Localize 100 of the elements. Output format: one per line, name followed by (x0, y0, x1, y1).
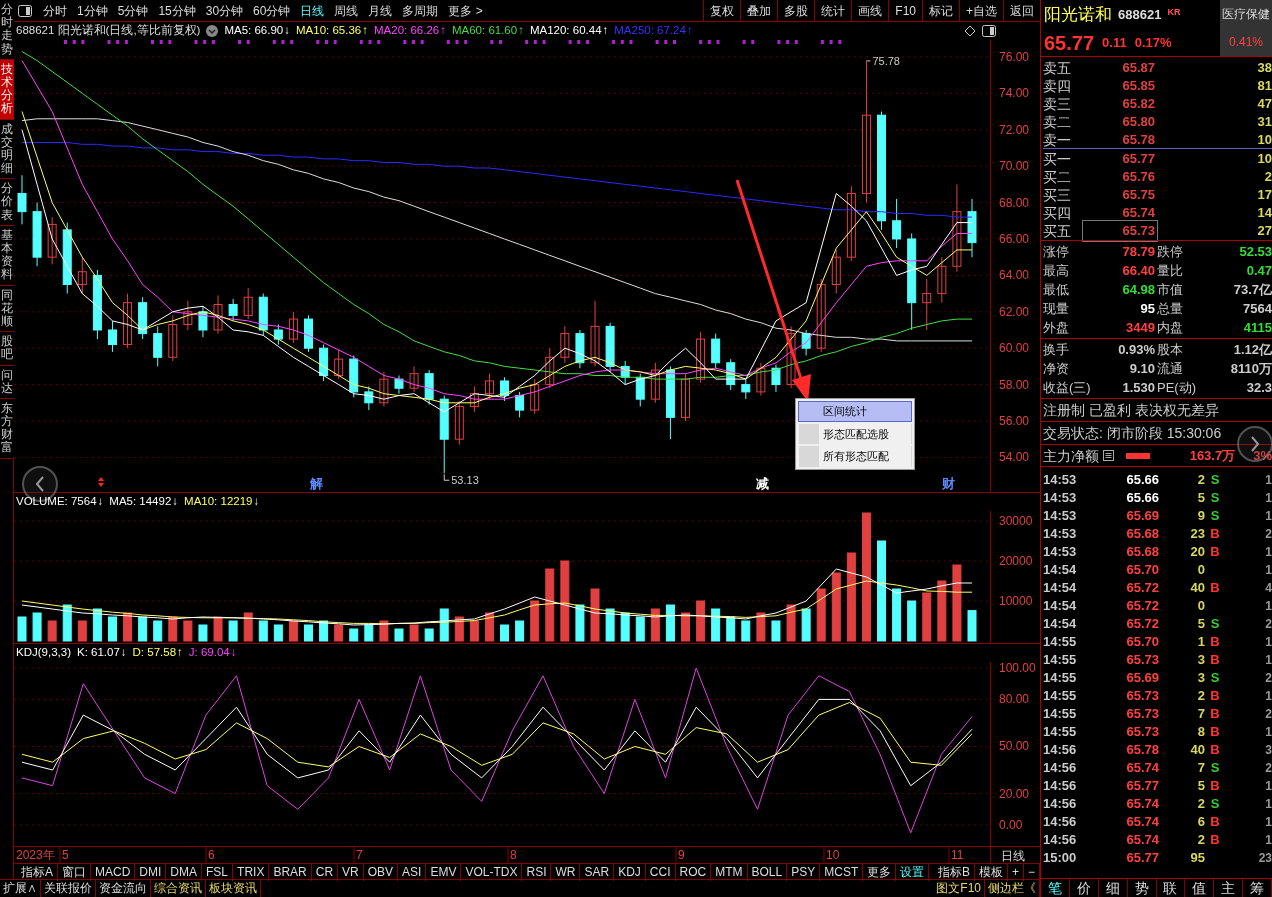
bottom-tab[interactable]: 关联报价 (41, 880, 96, 897)
detail-tab[interactable]: 联 (1156, 879, 1186, 897)
tick-count: 1 (1264, 795, 1272, 813)
toolbar-button[interactable]: 多股 (777, 0, 815, 22)
event-marker[interactable]: 解 (310, 476, 323, 491)
bottom-tab[interactable]: 资金流向 (96, 880, 151, 897)
candlestick (771, 364, 781, 393)
stat-label: 最高 (1043, 261, 1070, 280)
detail-tab[interactable]: 细 (1098, 879, 1128, 897)
panel-toggle-icon[interactable] (982, 25, 996, 37)
indicator-tab[interactable]: VOL-TDX (461, 864, 523, 881)
period-tab[interactable]: 60分钟 (248, 1, 296, 20)
list-icon[interactable] (1103, 450, 1114, 461)
toolbar-button[interactable]: F10 (888, 0, 922, 22)
detail-tab[interactable]: 势 (1127, 879, 1157, 897)
stat-label: 市值 (1157, 280, 1184, 299)
sector-name[interactable]: 医疗保健 (1222, 5, 1270, 23)
indicator-tab[interactable]: − (1024, 864, 1040, 881)
indicator-tab[interactable]: VR (338, 864, 364, 881)
side-tab[interactable]: 成交明细 (0, 119, 14, 180)
indicator-tab[interactable]: MACD (91, 864, 136, 881)
period-tab[interactable]: 日线 (295, 1, 330, 20)
indicator-tab[interactable]: WR (551, 864, 581, 881)
toolbar-button[interactable]: 画线 (851, 0, 889, 22)
detail-tab[interactable]: 笔 (1041, 879, 1070, 897)
indicator-tab[interactable]: 指标A (17, 864, 58, 881)
event-marker[interactable]: 财 (942, 476, 955, 491)
event-marker[interactable]: 减 (756, 476, 769, 491)
indicator-tab[interactable]: OBV (363, 864, 399, 881)
indicator-tab[interactable]: PSY (787, 864, 821, 881)
side-tab[interactable]: 分价表 (0, 179, 14, 226)
side-tab[interactable]: 同花顺 (0, 285, 14, 333)
toolbar-button[interactable]: 叠加 (740, 0, 778, 22)
period-tab[interactable]: 更多 > (443, 1, 488, 20)
side-tab[interactable]: 基本资料 (0, 225, 14, 286)
indicator-tab[interactable]: DMA (166, 864, 203, 881)
indicator-tab[interactable]: CR (311, 864, 339, 881)
detail-tab[interactable]: 价 (1069, 879, 1099, 897)
menu-item[interactable]: 区间统计 (798, 401, 912, 422)
indicator-tab[interactable]: TRIX (233, 864, 270, 881)
bottom-tab[interactable]: 图文F10 (933, 880, 985, 897)
date-label: 9 (678, 848, 685, 862)
indicator-tab[interactable]: 设置 (896, 864, 930, 881)
period-tab[interactable]: 15分钟 (153, 1, 201, 20)
indicator-tab[interactable]: FSL (202, 864, 234, 881)
indicator-tab[interactable]: MCST (820, 864, 864, 881)
volume-bar (469, 620, 479, 642)
toolbar-button[interactable]: 标记 (922, 0, 959, 22)
indicator-tab[interactable]: CCI (645, 864, 676, 881)
side-tab[interactable]: 分时走势 (0, 0, 14, 60)
indicator-tab[interactable]: EMV (426, 864, 462, 881)
indicator-tab[interactable]: BRAR (269, 864, 312, 881)
period-tab[interactable]: 月线 (363, 1, 398, 20)
panel-toggle-icon[interactable] (18, 4, 32, 17)
period-tab[interactable]: 分时 (38, 1, 72, 20)
indicator-tab[interactable]: 模板 (974, 864, 1008, 881)
period-tab[interactable]: 30分钟 (200, 1, 249, 20)
indicator-tab[interactable]: + (1007, 864, 1024, 881)
indicator-tab[interactable]: MTM (711, 864, 748, 881)
period-tab[interactable]: 1分钟 (72, 1, 113, 20)
indicator-tab[interactable]: RSI (522, 864, 552, 881)
detail-tab[interactable]: 筹 (1243, 879, 1272, 897)
tick-volume: 2 (1196, 795, 1205, 813)
tick-volume: 6 (1196, 813, 1205, 831)
indicator-tab[interactable]: BOLL (747, 864, 788, 881)
bottom-tab[interactable]: 综合资讯 (151, 880, 206, 897)
next-button[interactable] (1237, 426, 1272, 462)
indicator-value: MA20: 66.26 (374, 23, 440, 39)
period-tab[interactable]: 多周期 (397, 1, 444, 20)
indicator-tab[interactable]: SAR (580, 864, 615, 881)
indicator-tab[interactable]: ROC (675, 864, 712, 881)
tick-side: B (1209, 579, 1221, 597)
indicator-tab[interactable]: ASI (398, 864, 427, 881)
side-tab[interactable]: 技术分析 (0, 59, 14, 120)
bottom-tab[interactable]: 侧边栏《 (985, 880, 1040, 897)
period-tab[interactable]: 周线 (329, 1, 364, 20)
dropdown-icon[interactable] (206, 25, 219, 37)
indicator-tab[interactable]: 指标B (933, 864, 975, 881)
indicator-tab[interactable]: DMI (135, 864, 167, 881)
side-tab[interactable]: 股吧 (0, 332, 14, 366)
indicator-tab[interactable]: 窗口 (58, 864, 91, 881)
diamond-icon[interactable] (964, 25, 976, 37)
toolbar-button[interactable]: 统计 (814, 0, 852, 22)
toolbar-button[interactable]: +自选 (959, 0, 1003, 22)
indicator-tab[interactable]: KDJ (614, 864, 646, 881)
toolbar-button[interactable]: 返回 (1003, 0, 1040, 22)
indicator-tab[interactable]: 更多 (863, 864, 897, 881)
period-tab[interactable]: 5分钟 (112, 1, 154, 20)
side-tab[interactable]: 东方财富 (0, 398, 14, 459)
menu-item[interactable]: 形态匹配选股 (798, 423, 912, 444)
bottom-tab[interactable]: 板块资讯 (206, 880, 261, 897)
order-volume: 2 (1263, 168, 1272, 186)
detail-tab[interactable]: 值 (1185, 879, 1215, 897)
toolbar-button[interactable]: 复权 (703, 0, 741, 22)
detail-tab[interactable]: 主 (1214, 879, 1244, 897)
bottom-tab[interactable]: 扩展∧ (0, 880, 41, 897)
event-marker-icon[interactable] (98, 477, 104, 487)
side-tab[interactable]: 问达 (0, 365, 14, 399)
menu-item[interactable]: 所有形态匹配 (798, 446, 912, 467)
axis-label: 70.00 (999, 159, 1030, 174)
